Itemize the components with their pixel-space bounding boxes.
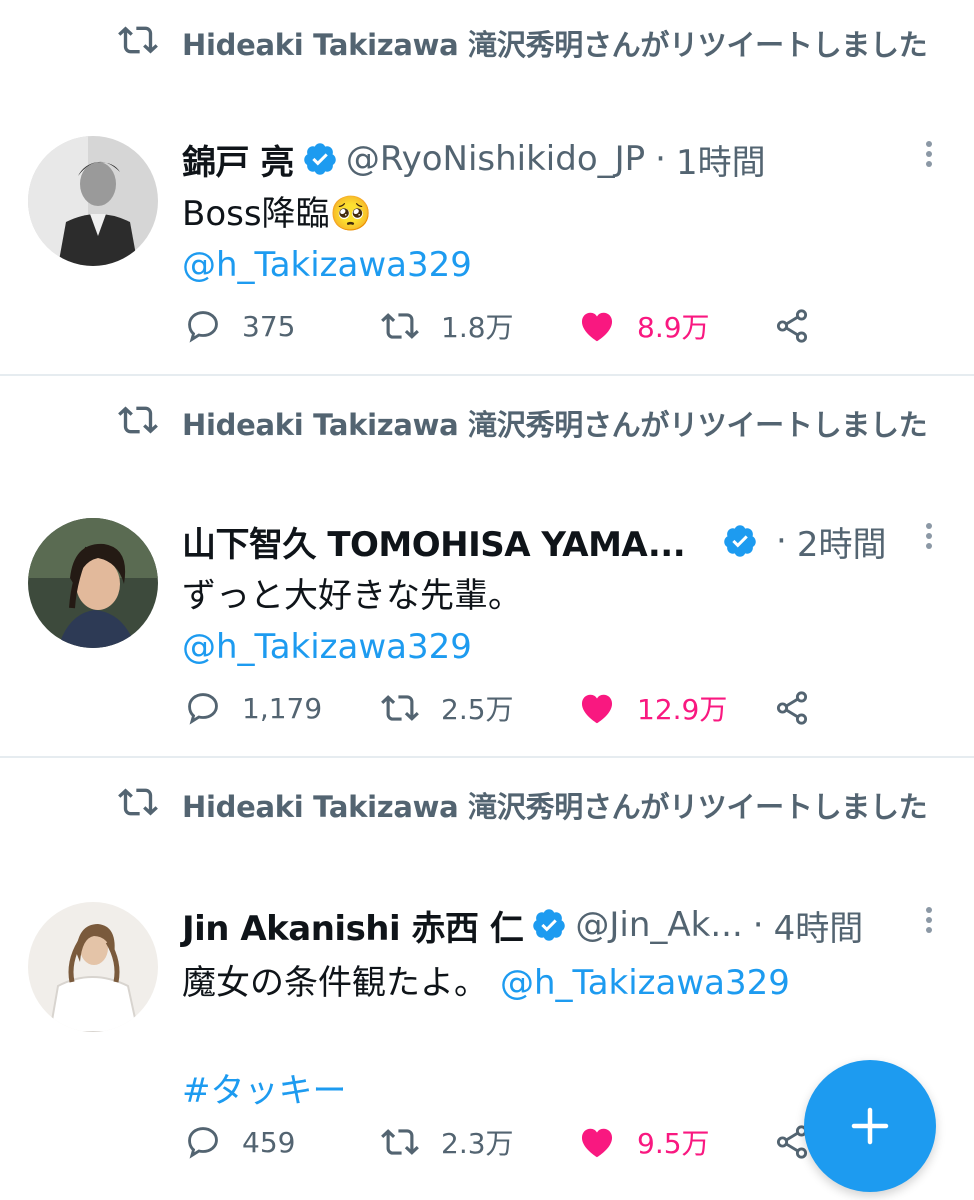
retweet-context: Hideaki Takizawa 滝沢秀明さんがリツイートしました — [118, 780, 962, 834]
mention-link[interactable]: @h_Takizawa329 — [182, 620, 954, 674]
reply-button[interactable]: 375 — [184, 307, 379, 345]
author-name[interactable]: 山下智久 TOMOHISA YAMA... — [182, 517, 714, 566]
retweet-icon — [118, 406, 158, 434]
reply-icon — [188, 1127, 218, 1159]
timestamp[interactable]: 2時間 — [797, 517, 887, 566]
tweet-text: ずっと大好きな先輩。 — [182, 576, 522, 616]
author-name[interactable]: 錦戸 亮 — [182, 135, 294, 184]
author-name[interactable]: Jin Akanishi 赤西 仁 — [182, 901, 524, 950]
share-icon — [776, 309, 808, 343]
retweet-button[interactable]: 2.3万 — [379, 1122, 577, 1162]
tweet-actions: 375 1.8万 8.9万 — [184, 306, 831, 346]
retweet-icon — [118, 26, 158, 54]
tweet-header: 山下智久 TOMOHISA YAMA... · 2時間 — [182, 514, 954, 568]
more-options-icon[interactable] — [914, 136, 944, 176]
tweet-1[interactable]: Hideaki Takizawa 滝沢秀明さんがリツイートしました 錦戸 亮 @… — [0, 0, 974, 376]
retweet-context-label: Hideaki Takizawa 滝沢秀明さんがリツイートしました — [182, 28, 928, 62]
retweet-count: 2.5万 — [441, 693, 514, 726]
reply-count: 459 — [242, 1125, 296, 1159]
retweet-count: 2.3万 — [441, 1127, 514, 1160]
verified-badge-icon — [724, 525, 756, 557]
mention-link[interactable]: @h_Takizawa329 — [182, 238, 954, 292]
tweet-2[interactable]: Hideaki Takizawa 滝沢秀明さんがリツイートしました 山下智久 T… — [0, 376, 974, 758]
separator-dot: · — [776, 521, 787, 561]
avatar[interactable] — [28, 902, 158, 1032]
tweet-actions: 1,179 2.5万 12.9万 — [184, 688, 831, 728]
like-heart-icon — [581, 694, 613, 724]
reply-icon — [188, 311, 218, 343]
retweet-context: Hideaki Takizawa 滝沢秀明さんがリツイートしました — [118, 18, 962, 72]
retweet-icon — [118, 788, 158, 816]
mention-link[interactable]: @h_Takizawa329 — [500, 963, 790, 1003]
separator-dot: · — [752, 905, 764, 945]
like-count: 12.9万 — [637, 693, 728, 726]
like-count: 9.5万 — [637, 1127, 710, 1160]
more-options-icon[interactable] — [914, 902, 944, 942]
retweet-count: 1.8万 — [441, 311, 514, 344]
verified-badge-icon — [304, 143, 336, 175]
timestamp[interactable]: 4時間 — [774, 901, 864, 950]
retweet-button[interactable]: 1.8万 — [379, 306, 577, 346]
author-handle[interactable]: @RyoNishikido_JP — [346, 139, 645, 179]
like-heart-icon — [581, 1128, 613, 1158]
reply-button[interactable]: 459 — [184, 1123, 379, 1161]
like-count: 8.9万 — [637, 311, 710, 344]
avatar[interactable] — [28, 518, 158, 648]
reply-count: 1,179 — [242, 691, 323, 725]
compose-plus-icon — [851, 1107, 889, 1145]
share-button[interactable] — [773, 689, 831, 727]
like-heart-icon — [581, 312, 613, 342]
retweet-icon — [381, 695, 419, 721]
tweet-actions: 459 2.3万 9.5万 — [184, 1122, 831, 1162]
like-button[interactable]: 12.9万 — [577, 688, 773, 728]
like-button[interactable]: 8.9万 — [577, 306, 773, 346]
tweet-content: 錦戸 亮 @RyoNishikido_JP · 1時間 Boss降臨🥺 @h_T… — [182, 132, 954, 292]
verified-badge-icon — [533, 909, 566, 941]
separator-dot: · — [655, 139, 666, 179]
retweet-context-label: Hideaki Takizawa 滝沢秀明さんがリツイートしました — [182, 790, 928, 824]
tweet-header: Jin Akanishi 赤西 仁 @Jin_Ak... · 4時間 — [182, 898, 954, 952]
compose-tweet-button[interactable] — [804, 1060, 936, 1192]
retweet-button[interactable]: 2.5万 — [379, 688, 577, 728]
retweet-context: Hideaki Takizawa 滝沢秀明さんがリツイートしました — [118, 398, 962, 452]
like-button[interactable]: 9.5万 — [577, 1122, 773, 1162]
retweet-icon — [381, 1129, 419, 1155]
tweet-header: 錦戸 亮 @RyoNishikido_JP · 1時間 — [182, 132, 954, 186]
reply-count: 375 — [242, 309, 296, 343]
tweet-content: 山下智久 TOMOHISA YAMA... · 2時間 ずっと大好きな先輩。 @… — [182, 514, 954, 674]
author-handle[interactable]: @Jin_Ak... — [575, 905, 742, 945]
retweet-context-label: Hideaki Takizawa 滝沢秀明さんがリツイートしました — [182, 408, 928, 442]
share-icon — [776, 691, 808, 725]
retweet-icon — [381, 313, 419, 339]
share-button[interactable] — [773, 307, 831, 345]
reply-button[interactable]: 1,179 — [184, 689, 379, 727]
tweet-text: Boss降臨🥺 — [182, 194, 372, 234]
more-options-icon[interactable] — [914, 518, 944, 558]
tweet-text: 魔女の条件観たよ。 @h_Takizawa329 — [182, 956, 954, 1010]
avatar[interactable] — [28, 136, 158, 266]
tweet-text-body: 魔女の条件観たよ。 — [182, 963, 488, 1003]
timestamp[interactable]: 1時間 — [676, 135, 766, 184]
reply-icon — [188, 693, 218, 725]
